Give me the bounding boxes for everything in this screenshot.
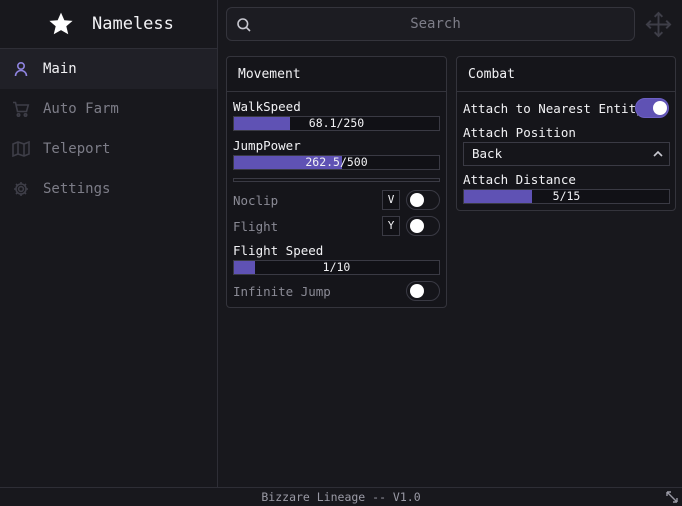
attach-position-label: Attach Position: [463, 125, 576, 140]
noclip-keybind[interactable]: V: [382, 190, 400, 210]
attach-nearest-label: Attach to Nearest Entity: [463, 101, 644, 116]
infinite-jump-label: Infinite Jump: [233, 284, 331, 299]
sidebar-item-main[interactable]: Main: [0, 49, 217, 89]
noclip-label: Noclip: [233, 193, 279, 208]
gear-icon: [12, 180, 30, 198]
search-bar: [226, 7, 635, 41]
status-bar: Bizzare Lineage -- V1.0: [0, 487, 682, 506]
toggle-knob: [653, 101, 667, 115]
slider-value: 5/15: [552, 189, 581, 203]
sidebar-item-label: Auto Farm: [43, 101, 119, 117]
flight-keybind[interactable]: Y: [382, 216, 400, 236]
app-title: Nameless: [92, 14, 174, 34]
search-input[interactable]: [227, 8, 634, 40]
sidebar-item-label: Main: [43, 61, 77, 77]
slider-value: 68.1/250: [308, 116, 365, 130]
toggle-knob: [410, 193, 424, 207]
jumppower-label: JumpPower: [233, 138, 301, 153]
noclip-toggle[interactable]: [406, 190, 440, 210]
sidebar: Nameless Main Auto Farm Teleport Setting…: [0, 0, 218, 487]
cart-icon: [12, 100, 30, 118]
brand-header: Nameless: [0, 0, 217, 49]
walkspeed-slider[interactable]: 68.1/250: [233, 116, 440, 131]
sidebar-item-label: Settings: [43, 181, 111, 197]
main-area: Movement WalkSpeed 68.1/250 JumpPower 26…: [219, 0, 682, 487]
sidebar-item-label: Teleport: [43, 141, 111, 157]
search-icon: [237, 18, 251, 32]
flight-speed-label: Flight Speed: [233, 243, 324, 258]
move-icon[interactable]: [645, 11, 672, 38]
toggle-knob: [410, 284, 424, 298]
sidebar-item-auto-farm[interactable]: Auto Farm: [0, 89, 217, 129]
attach-position-dropdown[interactable]: Back: [463, 142, 670, 166]
sidebar-item-settings[interactable]: Settings: [0, 169, 217, 209]
panel-title: Combat: [457, 57, 675, 92]
attach-distance-label: Attach Distance: [463, 172, 576, 187]
section-divider: [233, 178, 440, 182]
slider-value: 1/10: [322, 260, 351, 274]
jumppower-slider[interactable]: 262.5/500: [233, 155, 440, 170]
walkspeed-label: WalkSpeed: [233, 99, 301, 114]
movement-panel: Movement WalkSpeed 68.1/250 JumpPower 26…: [226, 56, 447, 308]
toggle-knob: [410, 219, 424, 233]
chevron-up-icon: [653, 150, 663, 157]
resize-handle-icon[interactable]: [666, 491, 678, 503]
user-icon: [12, 60, 30, 78]
panel-title: Movement: [227, 57, 446, 92]
infinite-jump-toggle[interactable]: [406, 281, 440, 301]
slider-value: 262.5/500: [305, 155, 368, 169]
flight-label: Flight: [233, 219, 279, 234]
attach-distance-slider[interactable]: 5/15: [463, 189, 670, 204]
dropdown-selected-value: Back: [472, 146, 503, 161]
attach-nearest-toggle[interactable]: [635, 98, 669, 118]
combat-panel: Combat Attach to Nearest Entity Attach P…: [456, 56, 676, 211]
flight-toggle[interactable]: [406, 216, 440, 236]
map-icon: [12, 140, 30, 158]
sidebar-item-teleport[interactable]: Teleport: [0, 129, 217, 169]
flight-speed-slider[interactable]: 1/10: [233, 260, 440, 275]
version-label: Bizzare Lineage -- V1.0: [261, 490, 421, 504]
star-icon: [49, 12, 73, 35]
